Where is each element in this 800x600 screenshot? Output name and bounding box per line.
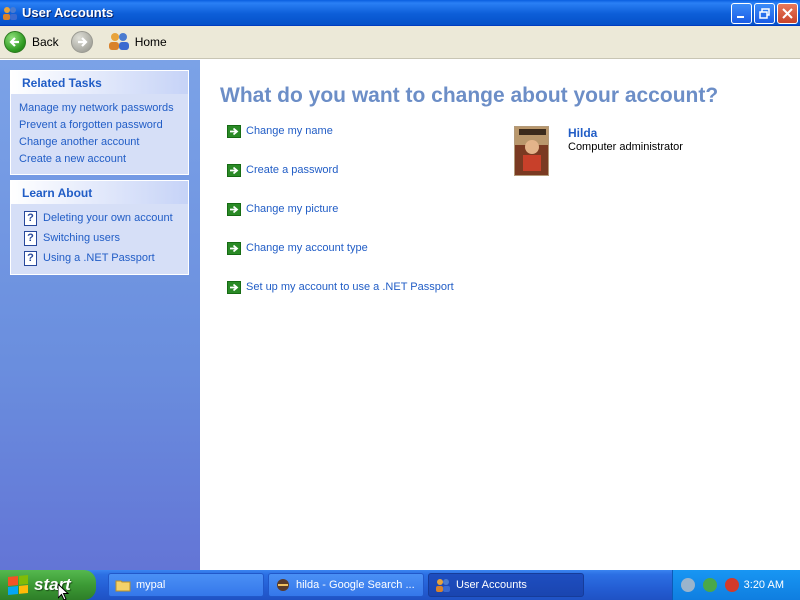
restore-icon: [759, 8, 770, 19]
help-question-icon: ?: [24, 250, 37, 266]
user-accounts-icon: [2, 5, 18, 21]
browser-icon: [275, 578, 291, 592]
home-button[interactable]: Home: [103, 28, 171, 56]
close-icon: [782, 8, 793, 19]
task-prevent-forgotten-password[interactable]: Prevent a forgotten password: [19, 117, 180, 134]
taskbar-button-label: mypal: [136, 579, 166, 591]
restore-button[interactable]: [754, 3, 775, 24]
home-label: Home: [134, 35, 167, 49]
user-picture: [514, 126, 549, 176]
action-label: Set up my account to use a .NET Passport: [246, 281, 454, 293]
user-role: Computer administrator: [568, 141, 683, 153]
user-name: Hilda: [568, 126, 598, 140]
learn-about-header[interactable]: Learn About: [11, 181, 188, 204]
volume-icon[interactable]: [681, 578, 695, 592]
task-create-new-account[interactable]: Create a new account: [19, 151, 180, 168]
task-change-another-account[interactable]: Change another account: [19, 134, 180, 151]
action-label: Change my picture: [246, 203, 339, 215]
navigation-toolbar: Back Home: [0, 26, 800, 59]
taskbar-button-google-search[interactable]: hilda - Google Search ...: [268, 573, 424, 597]
related-tasks-panel: Related Tasks Manage my network password…: [10, 70, 189, 175]
taskbar-button-label: hilda - Google Search ...: [296, 579, 415, 591]
green-arrow-icon: [227, 124, 241, 138]
help-question-icon: ?: [24, 210, 37, 226]
network-icon[interactable]: [703, 578, 717, 592]
title-bar[interactable]: User Accounts: [0, 0, 800, 26]
related-tasks-header[interactable]: Related Tasks: [11, 71, 188, 94]
learn-switching-users[interactable]: ? Switching users: [24, 228, 180, 248]
action-label: Change my name: [246, 125, 333, 137]
action-label: Change my account type: [246, 242, 368, 254]
start-button[interactable]: start: [0, 570, 96, 600]
back-label: Back: [32, 35, 59, 49]
close-button[interactable]: [777, 3, 798, 24]
learn-item-label: Deleting your own account: [43, 211, 173, 224]
folder-icon: [115, 578, 131, 592]
back-button[interactable]: Back: [0, 28, 63, 56]
security-shield-icon[interactable]: [725, 578, 739, 592]
learn-net-passport[interactable]: ? Using a .NET Passport: [24, 248, 180, 268]
user-photo-icon: [515, 127, 548, 175]
window-title: User Accounts: [22, 5, 114, 20]
minimize-button[interactable]: [731, 3, 752, 24]
taskbar-button-user-accounts[interactable]: User Accounts: [428, 573, 584, 597]
forward-arrow-icon: [70, 31, 93, 53]
user-account-card: Hilda Computer administrator: [514, 126, 683, 176]
learn-item-label: Switching users: [43, 231, 121, 244]
main-content: What do you want to change about your ac…: [200, 60, 800, 570]
action-create-password[interactable]: Create a password: [227, 162, 338, 178]
help-question-icon: ?: [24, 230, 37, 246]
page-title: What do you want to change about your ac…: [220, 84, 719, 107]
action-change-account-type[interactable]: Change my account type: [227, 240, 368, 256]
home-users-icon: [107, 31, 131, 54]
task-manage-network-passwords[interactable]: Manage my network passwords: [19, 100, 180, 117]
task-pane: Related Tasks Manage my network password…: [0, 60, 200, 570]
green-arrow-icon: [227, 241, 241, 255]
learn-item-label: Using a .NET Passport: [43, 251, 155, 264]
green-arrow-icon: [227, 280, 241, 294]
green-arrow-icon: [227, 163, 241, 177]
taskbar-button-label: User Accounts: [456, 579, 527, 591]
action-label: Create a password: [246, 164, 339, 176]
taskbar-button-mypal[interactable]: mypal: [108, 573, 264, 597]
action-setup-net-passport[interactable]: Set up my account to use a .NET Passport: [227, 279, 454, 295]
action-change-name[interactable]: Change my name: [227, 123, 333, 139]
green-arrow-icon: [227, 202, 241, 216]
user-accounts-icon: [435, 578, 451, 592]
minimize-icon: [737, 16, 744, 18]
system-tray: 3:20 AM: [672, 570, 800, 600]
clock: 3:20 AM: [743, 579, 784, 591]
forward-button[interactable]: [67, 28, 97, 56]
learn-about-panel: Learn About ? Deleting your own account …: [10, 180, 189, 275]
back-arrow-icon: [4, 31, 26, 53]
learn-deleting-account[interactable]: ? Deleting your own account: [24, 208, 180, 228]
windows-logo-icon: [8, 574, 28, 596]
action-change-picture[interactable]: Change my picture: [227, 201, 338, 217]
